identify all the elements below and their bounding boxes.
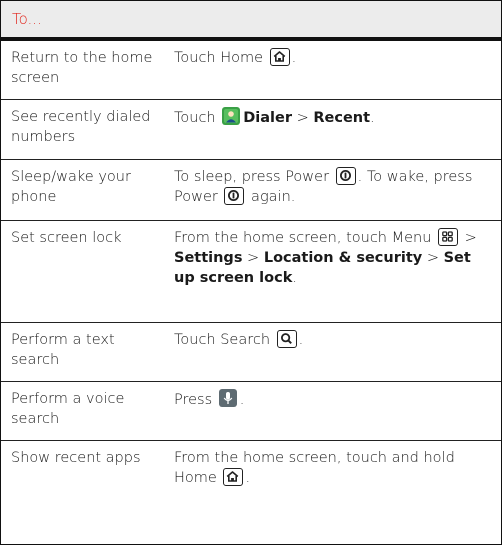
instruction-text: Press — [174, 392, 217, 408]
instruction-cell: To sleep, press Power . To wake, press P… — [166, 160, 501, 220]
instruction-text: > — [242, 250, 264, 266]
voice-search-icon — [218, 389, 237, 407]
table-row: Set screen lock From the home screen, to… — [1, 221, 501, 323]
action-cell: Sleep/wake your phone — [11, 169, 131, 205]
instruction-cell: Press . — [166, 382, 501, 440]
instruction-cell: From the home screen, touch Menu > Setti… — [166, 221, 501, 322]
instruction-text: To sleep, press Power — [174, 169, 334, 185]
instruction-text: . — [245, 470, 251, 486]
instruction-cell: From the home screen, touch and hold Hom… — [166, 441, 501, 502]
table-row: Return to the home screen Touch Home . — [1, 41, 501, 100]
action-cell: Perform a text search — [11, 332, 115, 368]
action-cell: Perform a voice search — [11, 391, 125, 427]
table-row: Show recent apps From the home screen, t… — [1, 441, 501, 502]
instruction-text: From the home screen, touch and hold Hom… — [174, 450, 455, 486]
action-cell: Show recent apps — [11, 450, 141, 466]
instruction-text: > — [291, 110, 314, 126]
instruction-text: . — [292, 270, 297, 286]
table-row: Sleep/wake your phone To sleep, press Po… — [1, 160, 501, 221]
instruction-text: . — [370, 110, 375, 126]
home-key-icon — [269, 48, 290, 66]
power-key-icon — [335, 167, 356, 185]
instruction-cell: Touch Search . — [166, 323, 501, 381]
shortcuts-table: To... Return to the home screen Touch Ho… — [0, 0, 502, 545]
ui-term: Recent — [313, 110, 371, 126]
instruction-text: > — [460, 230, 477, 246]
ui-term: Dialer — [243, 110, 292, 126]
instruction-text: . — [291, 50, 297, 66]
instruction-text: Touch Search — [174, 332, 275, 348]
ui-term: Location & security — [263, 250, 423, 266]
instruction-cell: Touch Dialer > Recent. — [166, 100, 501, 159]
table-row: Perform a voice search Press . — [1, 382, 501, 441]
table-row: Perform a text search Touch Search . — [1, 323, 501, 382]
action-cell: See recently dialed numbers — [11, 109, 151, 145]
instruction-cell: Touch Home . — [166, 41, 501, 99]
instruction-text: . — [239, 392, 245, 408]
instruction-text: Touch — [174, 110, 221, 126]
instruction-text: . — [298, 332, 304, 348]
instruction-text: again. — [246, 189, 296, 205]
instruction-text: > — [422, 250, 444, 266]
dialer-app-icon — [222, 107, 241, 125]
menu-key-icon — [438, 228, 459, 246]
action-cell: Return to the home screen — [11, 50, 153, 86]
search-key-icon — [276, 330, 297, 348]
home-key-icon — [223, 468, 244, 486]
table-row: See recently dialed numbers Touch Dialer… — [1, 100, 501, 160]
action-cell: Set screen lock — [11, 230, 122, 246]
instruction-text: From the home screen, touch Menu — [174, 230, 437, 246]
table-header: To... — [1, 1, 501, 41]
instruction-text: Touch Home — [174, 50, 268, 66]
power-key-icon — [224, 187, 245, 205]
ui-term: Settings — [174, 250, 243, 266]
